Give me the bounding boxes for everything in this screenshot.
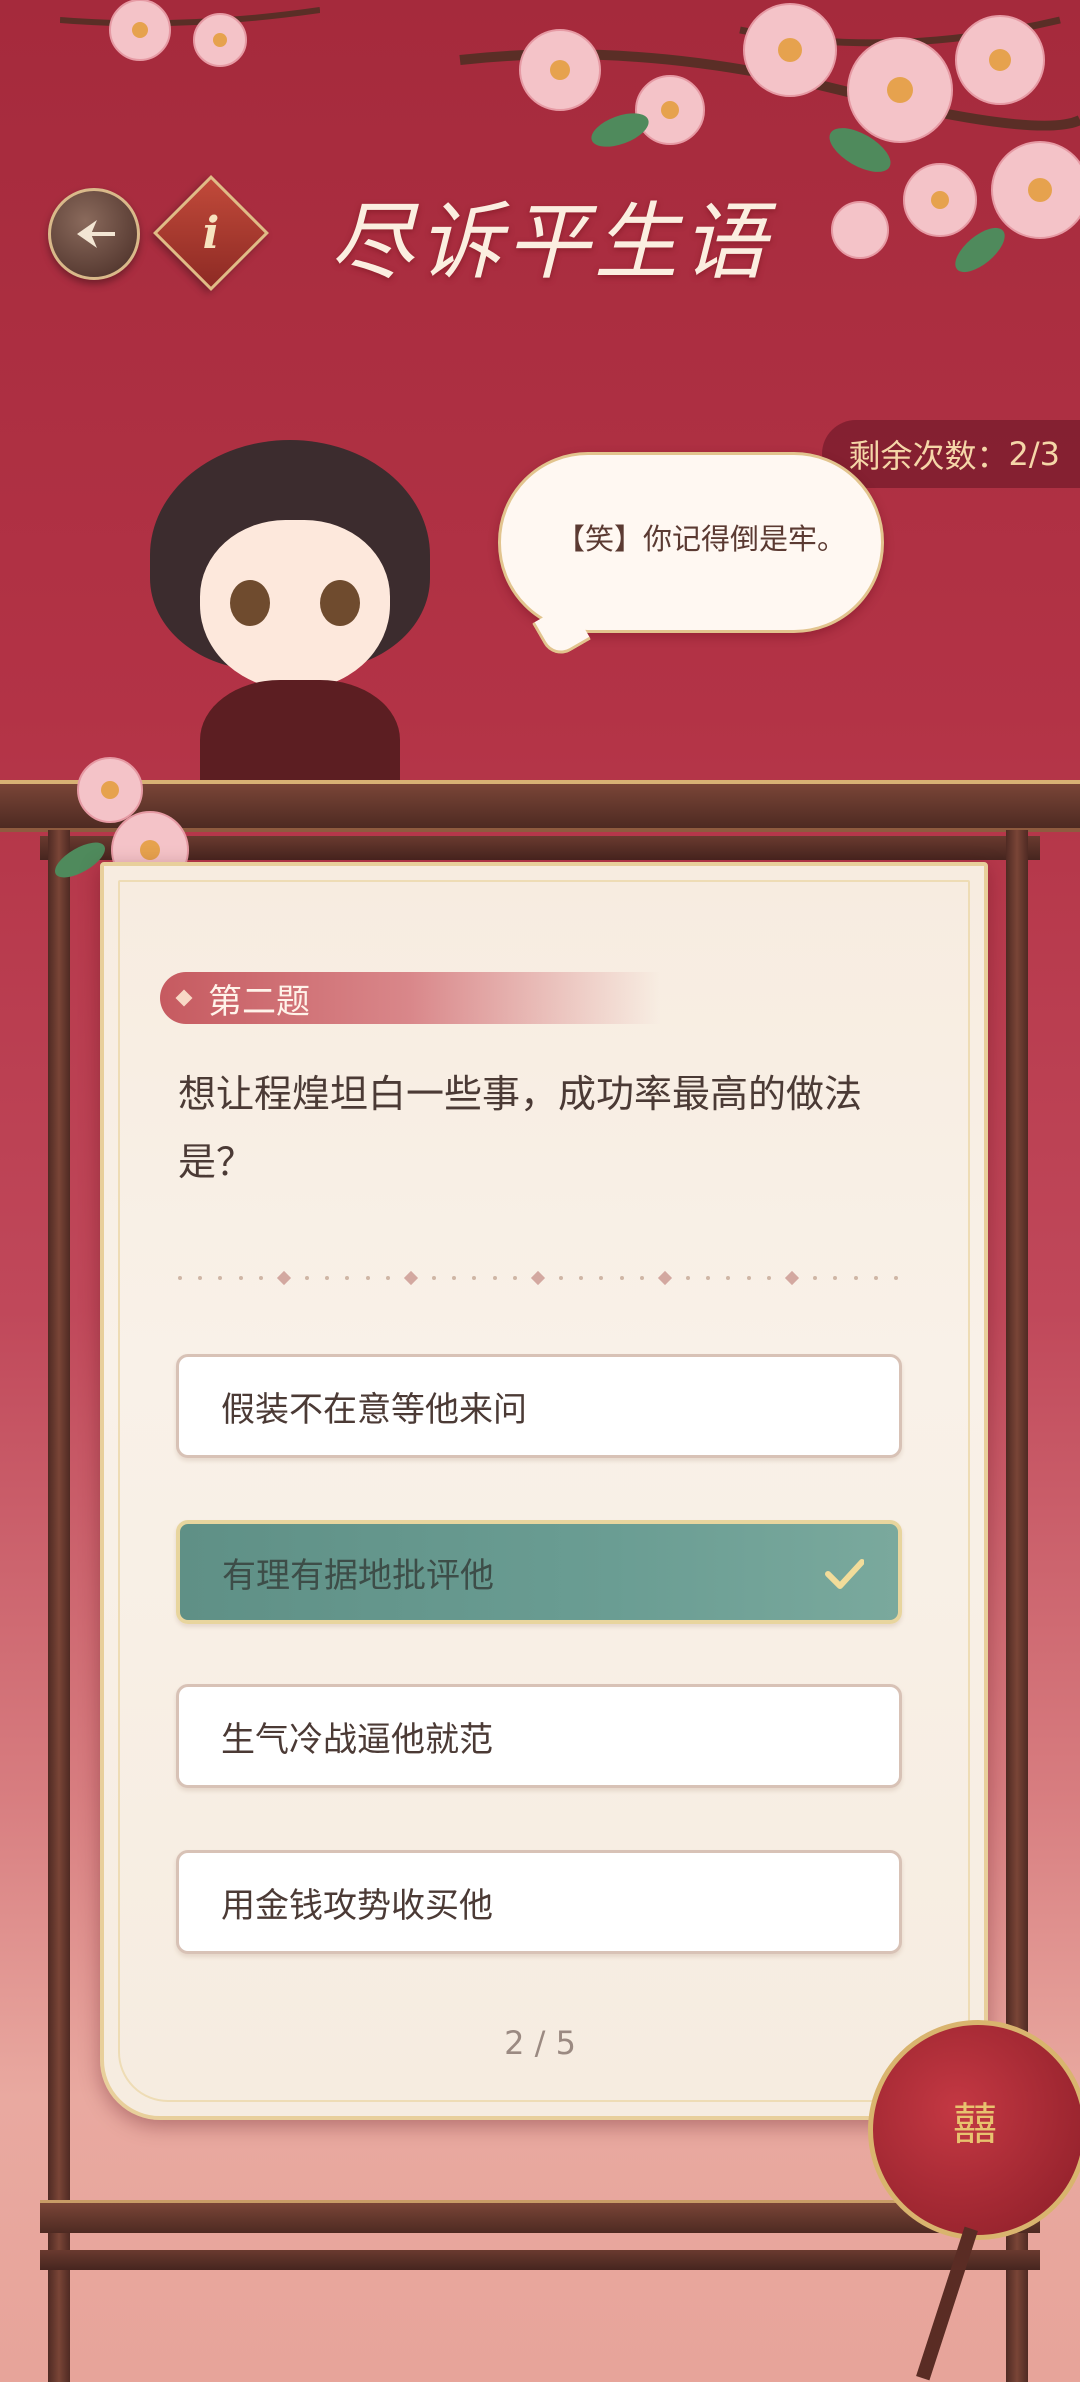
answer-option-2-selected[interactable]: 有理有据地批评他 (176, 1520, 902, 1624)
question-text: 想让程煌坦白一些事，成功率最高的做法是？ (178, 1072, 863, 1184)
answer-option-3[interactable]: 生气冷战逼他就范 (176, 1684, 902, 1788)
info-button[interactable]: i (153, 175, 269, 291)
remaining-attempts-badge: 剩余次数： 2/3 (822, 420, 1080, 488)
back-button[interactable] (48, 188, 140, 280)
speech-text: 【笑】你记得倒是牢。 (556, 522, 847, 556)
answer-option-label: 假装不在意等他来问 (221, 1389, 527, 1430)
ornamental-divider (178, 1270, 898, 1286)
back-arrow-icon (77, 220, 115, 248)
frame-bottom-beam (40, 2200, 1040, 2233)
frame-bottom-beam-lower (40, 2250, 1040, 2270)
cherry-blossom-topleft (60, 0, 320, 67)
double-happiness-icon: 囍 (953, 2099, 997, 2150)
answer-option-label: 生气冷战逼他就范 (221, 1719, 493, 1760)
diamond-icon (175, 989, 193, 1007)
remaining-value: 2/3 (1008, 435, 1061, 473)
frame-left-post (48, 830, 70, 2382)
answer-option-4[interactable]: 用金钱攻势收买他 (176, 1850, 902, 1954)
quiz-screen: i 尽诉平生语 剩余次数： 2/3 【笑】你记得倒是牢。 第二题 想让程煌坦白一… (0, 0, 1080, 2382)
checkmark-icon (825, 1559, 864, 1589)
page-title: 尽诉平生语 (330, 193, 771, 291)
info-icon: i (202, 207, 220, 259)
answer-option-label: 有理有据地批评他 (222, 1555, 494, 1596)
question-number-label: 第二题 (160, 972, 660, 1024)
question-number-text: 第二题 (208, 981, 310, 1022)
answer-option-label: 用金钱攻势收买他 (221, 1885, 493, 1926)
answer-option-1[interactable]: 假装不在意等他来问 (176, 1354, 902, 1458)
remaining-label: 剩余次数： (848, 437, 1009, 475)
